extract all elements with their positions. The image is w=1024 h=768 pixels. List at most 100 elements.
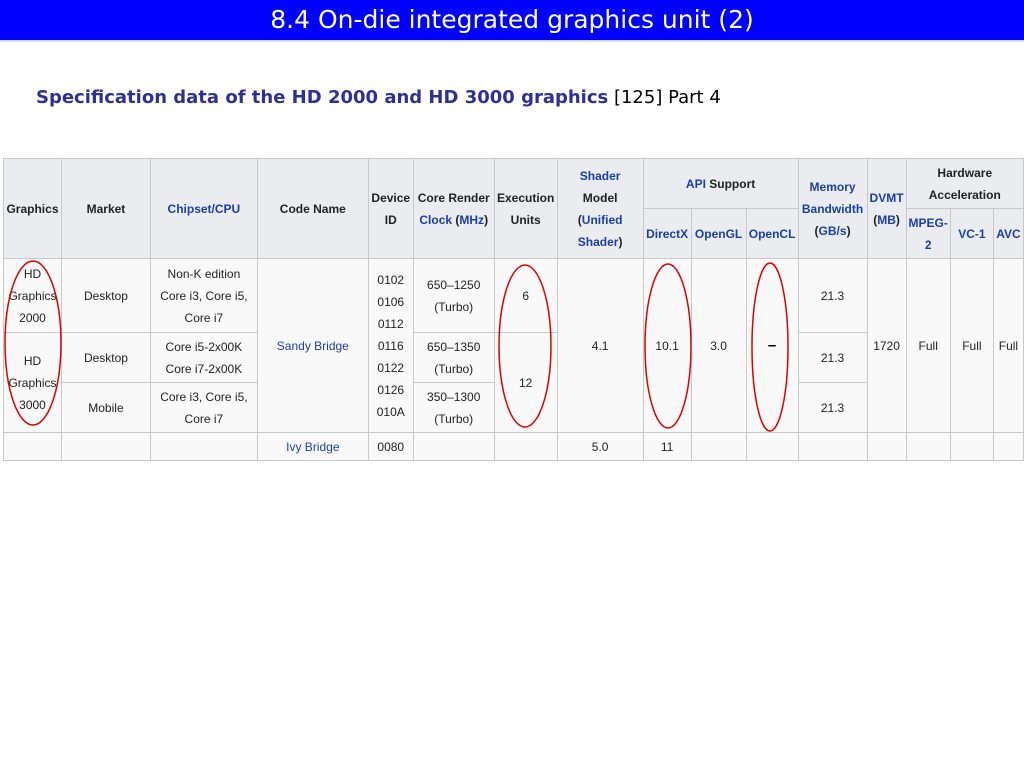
shader-link[interactable]: Shader bbox=[580, 169, 621, 183]
graphics-hd2000-l1: HD bbox=[23, 266, 42, 281]
header-market: Market bbox=[60, 158, 151, 259]
header-chipset-cpu: Chipset/CPU bbox=[149, 158, 258, 259]
empty-cell bbox=[690, 432, 747, 461]
device-id-0112: 0112 bbox=[377, 316, 404, 331]
unified-shader-link[interactable]: Unified bbox=[582, 213, 623, 227]
device-id-0122: 0122 bbox=[377, 360, 405, 375]
header-opencl: OpenCL bbox=[745, 208, 799, 259]
api-support-text: Support bbox=[705, 176, 756, 191]
mhz-link[interactable]: MHz bbox=[459, 213, 484, 227]
code-name-cell: Sandy Bridge bbox=[256, 258, 369, 433]
table-row: HD Graphics 2000 Desktop Non-K edition Core… bbox=[3, 258, 1024, 433]
empty-cell bbox=[992, 432, 1024, 461]
header-code-name: Code Name bbox=[256, 158, 369, 259]
memory-link[interactable]: Memory bbox=[810, 180, 856, 194]
header-avc: AVC bbox=[992, 208, 1024, 259]
chipset-r1-l1: Non-K edition bbox=[167, 266, 241, 281]
dvmt-link[interactable]: DVMT bbox=[870, 191, 904, 205]
hw-accel-line2: Acceleration bbox=[928, 187, 1001, 202]
shader-model-text: Model bbox=[582, 190, 618, 205]
opengl-link[interactable]: OpenGL bbox=[695, 227, 742, 241]
api-link[interactable]: API bbox=[686, 177, 706, 191]
empty-cell bbox=[745, 432, 799, 461]
opencl-value: – bbox=[767, 336, 777, 354]
clock-cell: 350–1300 (Turbo) bbox=[412, 382, 495, 433]
market-cell: Desktop bbox=[60, 258, 151, 333]
hw-accel-line1: Hardware bbox=[937, 165, 993, 180]
header-vc1: VC-1 bbox=[949, 208, 994, 259]
eu-line2: Units bbox=[510, 212, 541, 227]
empty-cell bbox=[797, 432, 868, 461]
device-id-0102: 0102 bbox=[377, 272, 405, 287]
device-id-0116: 0116 bbox=[377, 338, 404, 353]
header-directx: DirectX bbox=[642, 208, 692, 259]
directx-link[interactable]: DirectX bbox=[646, 227, 688, 241]
unified-shader-link-2[interactable]: Shader bbox=[578, 235, 619, 249]
bandwidth-link[interactable]: Bandwidth bbox=[802, 202, 863, 216]
graphics-hd2000-l2: Graphics bbox=[8, 288, 57, 303]
sandy-bridge-link[interactable]: Sandy Bridge bbox=[277, 339, 349, 353]
gbs-link[interactable]: GB/s bbox=[819, 224, 847, 238]
subtitle-bold: Specification data of the HD 2000 and HD… bbox=[36, 87, 609, 108]
empty-cell bbox=[949, 432, 994, 461]
market-cell: Mobile bbox=[60, 382, 151, 433]
vc1-link[interactable]: VC-1 bbox=[958, 227, 985, 241]
market-cell: Desktop bbox=[60, 332, 151, 383]
mem-bandwidth-cell: 21.3 bbox=[797, 332, 868, 383]
device-id-cell: 0080 bbox=[367, 432, 414, 461]
chipset-r3-l2: Core i7 bbox=[184, 411, 224, 426]
graphics-hd2000: HD Graphics 2000 bbox=[3, 258, 62, 333]
mpeg2-link-2[interactable]: 2 bbox=[925, 238, 932, 252]
avc-link[interactable]: AVC bbox=[996, 227, 1020, 241]
table-row: Ivy Bridge 0080 5.0 11 bbox=[3, 432, 1024, 461]
spec-table: Graphics Market Chipset/CPU Code Name De… bbox=[3, 158, 1024, 461]
header-execution-units: Execution Units bbox=[493, 158, 558, 259]
header-shader-model: Shader Model (Unified Shader) bbox=[556, 158, 644, 259]
device-id-0106: 0106 bbox=[377, 294, 405, 309]
directx-cell: 10.1 bbox=[642, 258, 692, 433]
avc-cell: Full bbox=[992, 258, 1024, 433]
ivy-bridge-link[interactable]: Ivy Bridge bbox=[286, 440, 339, 454]
header-dvmt: DVMT (MB) bbox=[866, 158, 907, 259]
header-device-id: Device ID bbox=[367, 158, 414, 259]
mb-link[interactable]: MB bbox=[877, 213, 896, 227]
core-clock-line1: Core Render bbox=[417, 190, 490, 205]
eu-line1: Execution bbox=[497, 190, 555, 205]
clock-r2-l2: (Turbo) bbox=[434, 361, 474, 376]
chipset-r3-l1: Core i3, Core i5, bbox=[160, 389, 248, 404]
graphics-hd3000-l1: HD bbox=[23, 353, 42, 368]
clock-r2-l1: 650–1350 bbox=[427, 339, 481, 354]
chipset-cell: Core i3, Core i5, Core i7 bbox=[149, 382, 258, 433]
header-memory-bandwidth: Memory Bandwidth (GB/s) bbox=[797, 158, 868, 259]
graphics-hd3000: HD Graphics 3000 bbox=[3, 332, 62, 433]
spec-table-container: Graphics Market Chipset/CPU Code Name De… bbox=[3, 158, 1024, 461]
header-mpeg2: MPEG- 2 bbox=[905, 208, 951, 259]
empty-cell bbox=[3, 432, 62, 461]
empty-cell bbox=[493, 432, 558, 461]
mpeg2-cell: Full bbox=[905, 258, 951, 433]
empty-cell bbox=[866, 432, 907, 461]
subtitle-reference: [125] Part 4 bbox=[608, 87, 721, 108]
chipset-cell: Core i5-2x00K Core i7-2x00K bbox=[149, 332, 258, 383]
header-opengl: OpenGL bbox=[690, 208, 747, 259]
mpeg2-link[interactable]: MPEG- bbox=[909, 216, 948, 230]
graphics-hd2000-l3: 2000 bbox=[19, 310, 46, 325]
chipset-r1-l3: Core i7 bbox=[184, 310, 224, 325]
eu-cell: 12 bbox=[493, 332, 558, 433]
clock-link[interactable]: Clock bbox=[419, 213, 452, 227]
shader-close: ) bbox=[618, 234, 623, 249]
title-shadow bbox=[0, 40, 1024, 43]
chipset-cpu-link[interactable]: Chipset/CPU bbox=[168, 202, 241, 216]
chipset-r2-l2: Core i7-2x00K bbox=[165, 361, 243, 376]
chipset-r1-l2: Core i3, Core i5, bbox=[160, 288, 248, 303]
opengl-cell: 3.0 bbox=[690, 258, 747, 433]
device-id-line2: ID bbox=[384, 212, 397, 227]
graphics-hd3000-l2: Graphics bbox=[8, 375, 57, 390]
device-id-010a: 010A bbox=[376, 404, 405, 419]
mem-bandwidth-cell: 21.3 bbox=[797, 258, 868, 333]
dvmt-close: ) bbox=[895, 212, 900, 227]
opencl-link[interactable]: OpenCL bbox=[749, 227, 796, 241]
device-id-line1: Device bbox=[371, 190, 411, 205]
clock-cell: 650–1250 (Turbo) bbox=[412, 258, 495, 333]
clock-r1-l1: 650–1250 bbox=[427, 277, 481, 292]
